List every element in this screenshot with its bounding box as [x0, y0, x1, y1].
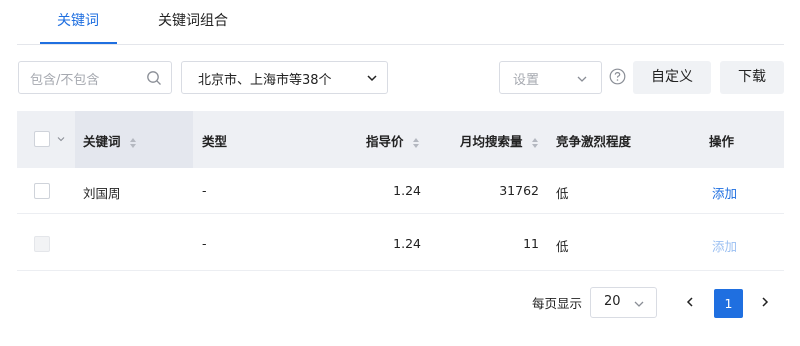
cell-competition: 低: [556, 239, 569, 254]
per-page-label: 每页显示: [532, 296, 583, 311]
cell-monthly-search: 11: [523, 236, 539, 251]
chevron-down-icon[interactable]: [57, 135, 65, 143]
chevron-down-icon: [367, 75, 377, 82]
tab-bar: 关键词 关键词组合: [17, 0, 784, 45]
header-action: 操作: [709, 134, 735, 149]
page-size-value: 20: [604, 294, 621, 309]
sort-icon[interactable]: [129, 137, 137, 149]
header-type: 类型: [202, 134, 228, 149]
cell-type: -: [202, 183, 207, 198]
page-size-select[interactable]: 20: [590, 287, 657, 318]
tab-keyword-combinations[interactable]: 关键词组合: [158, 10, 228, 30]
settings-select-placeholder: 设置: [513, 73, 540, 88]
sort-icon[interactable]: [412, 137, 420, 149]
header-monthly-search[interactable]: 月均搜索量: [460, 131, 539, 150]
search-icon[interactable]: [146, 70, 162, 86]
custom-button[interactable]: 自定义: [633, 61, 711, 94]
page-button-current[interactable]: 1: [714, 289, 743, 318]
download-button[interactable]: 下载: [720, 61, 784, 94]
table-row: - 1.24 11 低 添加: [17, 214, 784, 271]
row-checkbox[interactable]: [34, 183, 50, 199]
tab-keywords[interactable]: 关键词: [57, 10, 99, 30]
chevron-down-icon: [634, 301, 644, 307]
cell-guide-price: 1.24: [393, 183, 421, 198]
chevron-right-icon[interactable]: [759, 296, 771, 308]
region-select-value: 北京市、上海市等38个: [198, 73, 332, 88]
settings-select[interactable]: 设置: [499, 61, 602, 94]
add-link[interactable]: 添加: [712, 183, 737, 202]
search-placeholder: 包含/不包含: [30, 73, 100, 88]
table-header: 关键词 类型 指导价 月均搜索量 竞争激烈程度 操作: [17, 111, 784, 168]
help-icon[interactable]: [609, 68, 626, 85]
chevron-down-icon: [577, 76, 587, 82]
select-all-checkbox[interactable]: [34, 131, 50, 147]
region-select[interactable]: 北京市、上海市等38个: [181, 61, 388, 94]
header-competition: 竞争激烈程度: [556, 134, 632, 149]
header-guide-price-label: 指导价: [366, 134, 404, 149]
sort-icon[interactable]: [531, 137, 539, 149]
cell-monthly-search: 31762: [499, 183, 539, 198]
cell-keyword: 刘国周: [83, 186, 121, 201]
active-tab-indicator: [40, 42, 117, 44]
header-monthly-search-label: 月均搜索量: [460, 134, 523, 149]
header-keyword-label: 关键词: [83, 134, 121, 149]
row-checkbox: [34, 236, 50, 252]
keyword-table: 关键词 类型 指导价 月均搜索量 竞争激烈程度 操作 刘国周 - 1.24 31…: [17, 111, 784, 271]
table-row: 刘国周 - 1.24 31762 低 添加: [17, 168, 784, 214]
header-keyword[interactable]: 关键词: [83, 131, 137, 150]
search-input[interactable]: 包含/不包含: [18, 61, 172, 94]
cell-type: -: [202, 236, 207, 251]
chevron-left-icon[interactable]: [684, 296, 696, 308]
add-link-disabled: 添加: [712, 239, 738, 254]
cell-guide-price: 1.24: [393, 236, 421, 251]
cell-competition: 低: [556, 186, 569, 201]
header-guide-price[interactable]: 指导价: [366, 131, 420, 150]
